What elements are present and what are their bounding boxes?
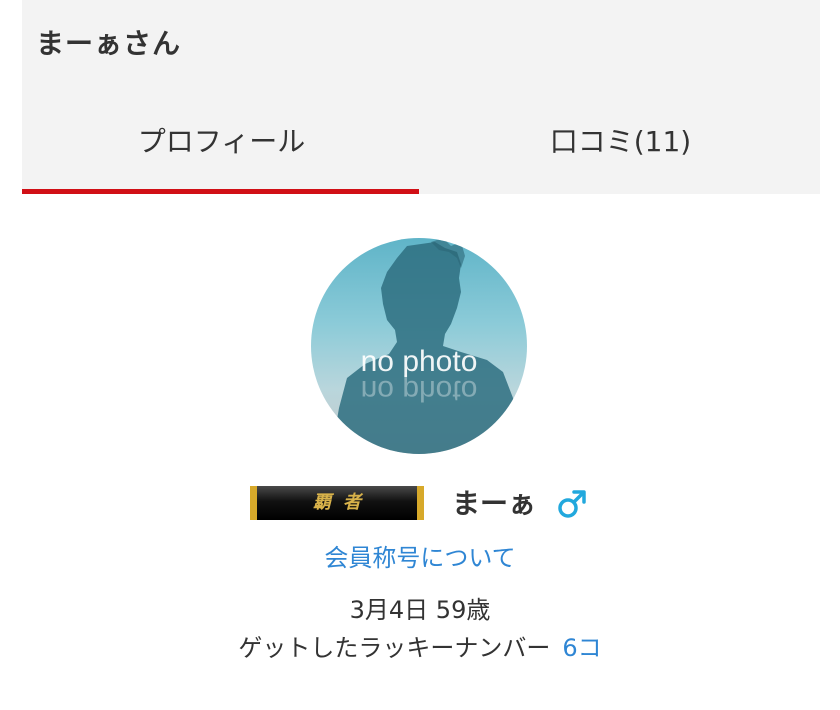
member-title-info-link[interactable]: 会員称号について	[0, 538, 840, 573]
member-title-badge: 覇者	[250, 486, 424, 520]
avatar: no photo no photo	[311, 238, 527, 454]
birthday-age: 3月4日 59歳	[349, 596, 491, 624]
silhouette-image: no photo no photo	[331, 238, 527, 454]
page-header: まーぁさん プロフィール 口コミ(11)	[22, 0, 820, 194]
lucky-number-label: ゲットしたラッキーナンバー	[238, 634, 551, 662]
avatar-text: no photo	[361, 345, 478, 378]
page-title: まーぁさん	[36, 27, 182, 60]
tab-reviews-label: 口コミ(11)	[549, 125, 692, 158]
lucky-number-count-link[interactable]: 6コ	[562, 634, 601, 662]
tab-profile[interactable]: プロフィール	[22, 100, 421, 194]
username: まーぁ	[452, 487, 537, 520]
tab-profile-label: プロフィール	[137, 125, 306, 158]
lucky-number-row: ゲットしたラッキーナンバー 6コ	[0, 628, 840, 663]
male-icon	[558, 490, 586, 518]
tab-reviews[interactable]: 口コミ(11)	[421, 100, 820, 194]
active-tab-indicator	[22, 189, 419, 194]
avatar-text-reflection: no photo	[361, 374, 478, 407]
